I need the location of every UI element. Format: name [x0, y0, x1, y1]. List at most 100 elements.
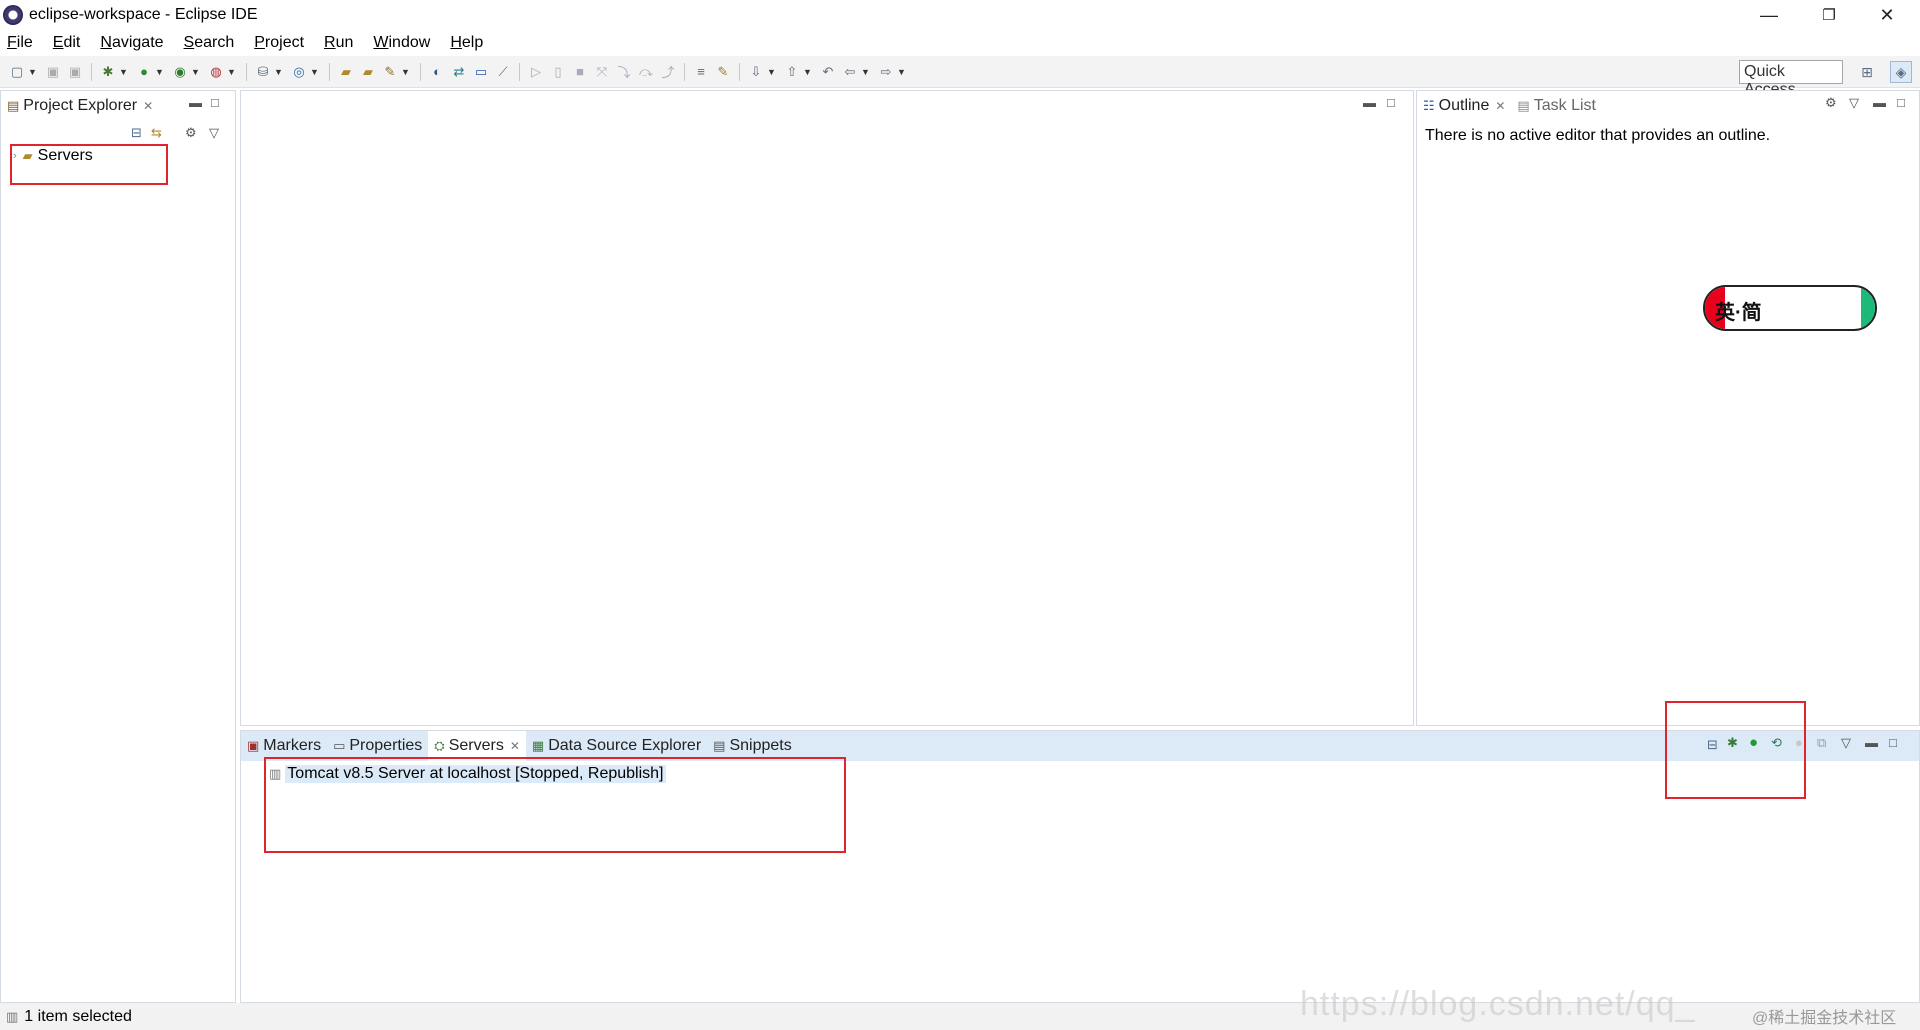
suspend-icon[interactable]: ▯ — [549, 63, 567, 81]
terminate-icon[interactable]: ■ — [571, 63, 589, 81]
outline-header: ☷ Outline ✕ ▤ Task List — [1417, 91, 1919, 121]
close-icon[interactable]: ✕ — [510, 739, 520, 753]
maximize-view-icon[interactable]: □ — [1897, 95, 1905, 110]
next-annotation-dropdown-icon[interactable]: ▼ — [767, 67, 777, 77]
web-browser-icon[interactable]: ⇄ — [450, 63, 468, 81]
new-server-dropdown-icon[interactable]: ▼ — [274, 67, 284, 77]
previous-annotation-dropdown-icon[interactable]: ▼ — [803, 67, 813, 77]
collapse-all-icon[interactable]: ⊟ — [131, 125, 142, 141]
debug-icon[interactable]: ✱ — [99, 63, 117, 81]
close-icon[interactable]: ✕ — [143, 99, 153, 113]
open-perspective-icon[interactable]: ⊞ — [1856, 61, 1878, 83]
tab-task-list-label: Task List — [1533, 97, 1596, 114]
resume-icon[interactable]: ▷ — [527, 63, 545, 81]
filters-icon[interactable]: ⚙ — [185, 125, 197, 141]
status-text: 1 item selected — [24, 1007, 132, 1025]
menu-project[interactable]: Project — [251, 34, 307, 52]
menu-navigate[interactable]: Navigate — [97, 34, 166, 52]
step-into-icon[interactable]: ⤵ — [615, 63, 633, 81]
external-tools-icon[interactable]: ◍ — [207, 63, 225, 81]
new-icon[interactable]: ▢ — [8, 63, 26, 81]
back-icon[interactable]: ⇦ — [841, 63, 859, 81]
tab-markers-label: Markers — [263, 737, 322, 754]
menu-edit[interactable]: Edit — [50, 34, 84, 52]
maximize-view-icon[interactable]: □ — [1889, 735, 1897, 750]
editor-area: ▬ □ — [240, 90, 1414, 726]
word-wrap-icon[interactable]: ≡ — [692, 63, 710, 81]
maximize-editor-icon[interactable]: □ — [1387, 95, 1395, 110]
debug-dropdown-icon[interactable]: ▼ — [119, 67, 129, 77]
external-tools-dropdown-icon[interactable]: ▼ — [227, 67, 237, 77]
menu-search[interactable]: Search — [181, 34, 238, 52]
open-task-icon[interactable]: ▰ — [359, 63, 377, 81]
publish-server-icon[interactable]: ⧉ — [1817, 735, 1826, 751]
toolbar-separator — [329, 62, 330, 81]
back-dropdown-icon[interactable]: ▼ — [861, 67, 871, 77]
step-over-icon[interactable]: ⤼ — [637, 63, 655, 81]
open-type-icon[interactable]: ▰ — [337, 63, 355, 81]
coverage-dropdown-icon[interactable]: ▼ — [191, 67, 201, 77]
tab-project-explorer-label: Project Explorer — [23, 97, 138, 114]
minimize-editor-icon[interactable]: ▬ — [1363, 95, 1376, 110]
minimize-view-icon[interactable]: ▬ — [189, 95, 202, 110]
search-icon[interactable]: ✎ — [381, 63, 399, 81]
view-menu-icon[interactable]: ▽ — [1841, 735, 1851, 751]
close-button[interactable]: ✕ — [1858, 0, 1916, 30]
logo-green-stripe — [1861, 287, 1875, 329]
menu-window[interactable]: Window — [370, 34, 433, 52]
last-edit-location-icon[interactable]: ↶ — [819, 63, 837, 81]
main-toolbar: ▢ ▼ ▣ ▣ ✱ ▼ ● ▼ ◉ ▼ ◍ ▼ ⛁ ▼ ◎ ▼ ▰ ▰ ✎ ▼ ◐ ⇄ ▭ ⟋ … — [0, 56, 1920, 88]
tab-outline-label: Outline — [1438, 97, 1490, 114]
status-item-icon: ▥ — [6, 1008, 19, 1024]
run-icon[interactable]: ● — [135, 63, 153, 81]
coverage-icon[interactable]: ◉ — [171, 63, 189, 81]
toggle-mark-occurrences-icon[interactable]: ✎ — [714, 63, 732, 81]
toolbar-separator — [684, 62, 685, 81]
toolbar-separator — [519, 62, 520, 81]
new-java-class-icon[interactable]: ◎ — [290, 63, 308, 81]
tab-project-explorer[interactable]: ▤ Project Explorer ✕ — [1, 91, 159, 121]
menu-run[interactable]: Run — [321, 34, 356, 52]
filters-icon[interactable]: ⚙ — [1825, 95, 1837, 111]
disconnect-icon[interactable]: ⤧ — [593, 63, 611, 81]
window-title: eclipse-workspace - Eclipse IDE — [29, 6, 258, 23]
menu-help[interactable]: Help — [447, 34, 486, 52]
tab-data-source-label: Data Source Explorer — [548, 737, 702, 754]
minimize-button[interactable]: — — [1740, 0, 1798, 30]
new-server-icon[interactable]: ⛁ — [254, 63, 272, 81]
save-all-icon[interactable]: ▣ — [66, 63, 84, 81]
toolbar-separator — [246, 62, 247, 81]
quick-access-input[interactable]: Quick Access — [1739, 60, 1843, 98]
tab-task-list[interactable]: ▤ Task List — [1511, 91, 1602, 121]
view-menu-icon[interactable]: ▽ — [209, 125, 219, 141]
new-dropdown-icon[interactable]: ▼ — [28, 67, 38, 77]
search-dropdown-icon[interactable]: ▼ — [401, 67, 411, 77]
forward-dropdown-icon[interactable]: ▼ — [897, 67, 907, 77]
step-return-icon[interactable]: ⤴ — [659, 63, 677, 81]
save-icon[interactable]: ▣ — [44, 63, 62, 81]
java-ee-perspective-icon[interactable]: ◈ — [1890, 61, 1912, 83]
new-java-class-dropdown-icon[interactable]: ▼ — [310, 67, 320, 77]
menu-file[interactable]: File — [4, 34, 36, 52]
project-explorer-panel: ▤ Project Explorer ✕ ▬ □ ⊟ ⇆ ⚙ ▽ › ▰ Ser… — [0, 90, 236, 1003]
terminal-icon[interactable]: ▭ — [472, 63, 490, 81]
minimize-view-icon[interactable]: ▬ — [1873, 95, 1886, 110]
eclipse-logo-icon — [3, 5, 23, 25]
minimize-view-icon[interactable]: ▬ — [1865, 735, 1878, 750]
link-with-editor-icon[interactable]: ⇆ — [151, 125, 162, 141]
globe-icon[interactable]: ◐ — [428, 63, 446, 81]
restore-button[interactable]: ❐ — [1800, 0, 1858, 30]
tab-outline[interactable]: ☷ Outline ✕ — [1417, 91, 1511, 121]
view-menu-icon[interactable]: ▽ — [1849, 95, 1859, 111]
previous-annotation-icon[interactable]: ⇧ — [783, 63, 801, 81]
skip-breakpoints-icon[interactable]: ⟋ — [494, 63, 512, 81]
run-dropdown-icon[interactable]: ▼ — [155, 67, 165, 77]
snippets-icon: ▤ — [713, 738, 726, 753]
toolbar-separator — [91, 62, 92, 81]
forward-icon[interactable]: ⇨ — [877, 63, 895, 81]
maximize-view-icon[interactable]: □ — [211, 95, 219, 110]
close-icon[interactable]: ✕ — [1495, 99, 1505, 113]
servers-icon: ⛭ — [434, 738, 445, 753]
highlight-box-server-actions — [1665, 701, 1806, 799]
next-annotation-icon[interactable]: ⇩ — [747, 63, 765, 81]
